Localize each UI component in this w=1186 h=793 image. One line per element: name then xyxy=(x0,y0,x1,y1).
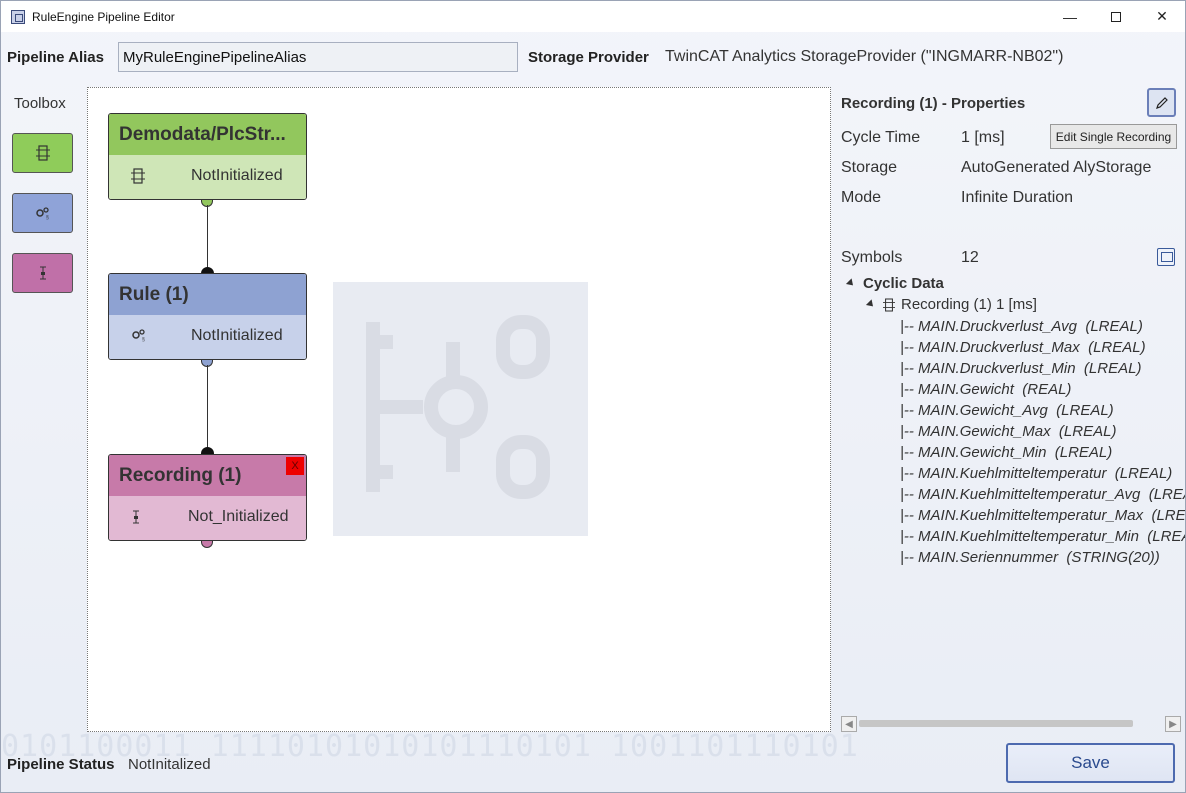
tree-symbol-item[interactable]: |-- MAIN.Druckverlust_Max (LREAL) xyxy=(900,339,1146,356)
scroll-left-button[interactable]: ◀ xyxy=(841,716,857,732)
tree-symbol-item[interactable]: |-- MAIN.Kuehlmitteltemperatur_Avg (LREA… xyxy=(900,486,1185,503)
tree-symbol-item[interactable]: |-- MAIN.Gewicht_Max (LREAL) xyxy=(900,423,1116,440)
drag-preview-icon xyxy=(333,282,588,536)
node-status: NotInitialized xyxy=(191,327,283,344)
storage-provider-label: Storage Provider xyxy=(528,49,649,66)
recording-icon xyxy=(131,509,141,530)
tree-node-cyclic-data[interactable]: Cyclic Data xyxy=(845,275,944,292)
storage-value: AutoGenerated AlyStorage xyxy=(961,159,1152,176)
horizontal-scrollbar[interactable]: ◀ ▶ xyxy=(841,716,1181,732)
data-source-icon xyxy=(883,298,895,312)
toolbox-recording-button[interactable] xyxy=(12,253,73,293)
toolbox-data-source-button[interactable] xyxy=(12,133,73,173)
node-output-port[interactable] xyxy=(201,540,213,548)
node-title: Recording (1) xyxy=(109,455,306,496)
pipeline-link xyxy=(207,365,208,454)
expand-symbols-button[interactable] xyxy=(1157,248,1175,266)
pencil-icon xyxy=(1155,96,1168,109)
toolbox-rule-button[interactable]: § xyxy=(12,193,73,233)
window-title: RuleEngine Pipeline Editor xyxy=(32,9,175,24)
storage-label: Storage xyxy=(841,159,898,176)
svg-text:§: § xyxy=(142,337,145,342)
title-bar: RuleEngine Pipeline Editor — ✕ xyxy=(1,1,1185,32)
edit-recording-tooltip: Edit Single Recording xyxy=(1050,124,1177,149)
app-window: 0101100011 11110101010101110101 10011011… xyxy=(0,0,1186,793)
cycle-time-value: 1 [ms] xyxy=(961,129,1005,146)
maximize-button[interactable] xyxy=(1093,1,1139,32)
tree-node-recording[interactable]: Recording (1) 1 [ms] xyxy=(865,296,1037,313)
tree-symbol-item[interactable]: |-- MAIN.Kuehlmitteltemperatur_Min (LREA… xyxy=(900,528,1185,545)
collapse-icon[interactable] xyxy=(845,278,856,289)
tree-symbol-item[interactable]: |-- MAIN.Gewicht_Avg (LREAL) xyxy=(900,402,1114,419)
pipeline-link xyxy=(207,205,208,273)
pipeline-node-rule[interactable]: Rule (1) § NotInitialized xyxy=(108,273,307,360)
node-status: Not_Initialized xyxy=(188,508,289,525)
cycle-time-label: Cycle Time xyxy=(841,129,921,146)
tree-node-label: Recording (1) 1 [ms] xyxy=(901,296,1037,313)
properties-title: Recording (1) - Properties xyxy=(841,95,1026,112)
storage-provider-value: TwinCAT Analytics StorageProvider ("INGM… xyxy=(665,48,1064,65)
pipeline-canvas[interactable]: Demodata/PlcStr... NotInitialized Rule (… xyxy=(87,87,831,732)
mode-label: Mode xyxy=(841,189,882,206)
data-source-icon xyxy=(131,168,145,189)
pipeline-status-value: NotInitalized xyxy=(128,756,211,773)
pipeline-node-recording[interactable]: Recording (1) X Not_Initialized xyxy=(108,454,307,541)
scroll-thumb[interactable] xyxy=(859,720,1133,727)
pipeline-status-label: Pipeline Status xyxy=(7,756,115,773)
tree-symbol-item[interactable]: |-- MAIN.Druckverlust_Avg (LREAL) xyxy=(900,318,1143,335)
pipeline-alias-input[interactable] xyxy=(118,42,518,72)
collapse-icon[interactable] xyxy=(865,299,876,310)
maximize-icon xyxy=(1111,11,1121,22)
node-title: Rule (1) xyxy=(109,274,306,315)
pipeline-alias-label: Pipeline Alias xyxy=(7,49,104,66)
symbol-tree[interactable]: Cyclic Data Recording (1) 1 [ms] |-- MAI… xyxy=(841,273,1185,713)
tree-symbol-item[interactable]: |-- MAIN.Gewicht (REAL) xyxy=(900,381,1071,398)
symbols-count: 12 xyxy=(961,249,979,266)
symbols-label: Symbols xyxy=(841,249,903,266)
recording-icon xyxy=(39,266,46,280)
rule-gears-icon: § xyxy=(131,328,147,347)
tree-symbol-item[interactable]: |-- MAIN.Seriennummer (STRING(20)) xyxy=(900,549,1160,566)
tree-symbol-item[interactable]: |-- MAIN.Gewicht_Min (LREAL) xyxy=(900,444,1112,461)
tree-symbol-item[interactable]: |-- MAIN.Kuehlmitteltemperatur (LREAL) xyxy=(900,465,1172,482)
rule-gears-icon: § xyxy=(35,207,49,220)
node-title: Demodata/PlcStr... xyxy=(109,114,306,155)
delete-node-button[interactable]: X xyxy=(286,457,304,475)
data-source-icon xyxy=(35,145,50,161)
edit-recording-button[interactable] xyxy=(1147,88,1176,117)
rule-engine-watermark-icon xyxy=(366,315,550,499)
save-button[interactable]: Save xyxy=(1006,743,1175,783)
tree-symbol-item[interactable]: |-- MAIN.Kuehlmitteltemperatur_Max (LREA… xyxy=(900,507,1185,524)
pipeline-node-data-source[interactable]: Demodata/PlcStr... NotInitialized xyxy=(108,113,307,200)
scroll-right-button[interactable]: ▶ xyxy=(1165,716,1181,732)
tree-node-label: Cyclic Data xyxy=(863,275,944,292)
node-status: NotInitialized xyxy=(191,167,283,184)
tree-symbol-item[interactable]: |-- MAIN.Druckverlust_Min (LREAL) xyxy=(900,360,1141,377)
toolbox-label: Toolbox xyxy=(14,95,66,112)
mode-value: Infinite Duration xyxy=(961,189,1074,206)
minimize-button[interactable]: — xyxy=(1047,1,1093,32)
header-row: Pipeline Alias Storage Provider TwinCAT … xyxy=(1,41,1185,73)
svg-text:§: § xyxy=(46,215,49,220)
close-button[interactable]: ✕ xyxy=(1139,1,1185,32)
app-icon xyxy=(11,9,25,24)
